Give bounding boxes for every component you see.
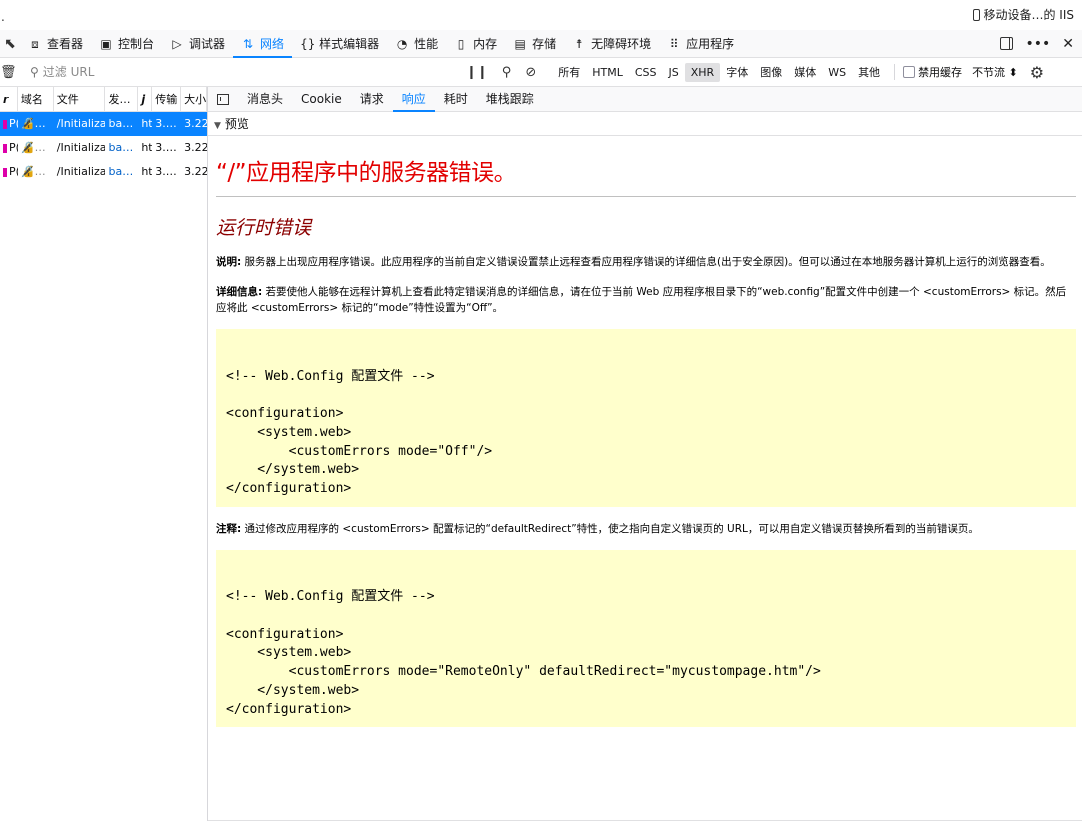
tab-timings[interactable]: 耗时: [435, 87, 477, 111]
config-code-block: <!-- Web.Config 配置文件 --> <configuration>…: [216, 329, 1076, 507]
console-icon: ▣: [100, 36, 112, 51]
tab-response[interactable]: 响应: [392, 87, 435, 112]
storage-icon: ▤: [514, 36, 526, 51]
disable-cache-checkbox[interactable]: 禁用缓存: [903, 64, 962, 80]
requests-table: 𝙧 域名 文件 发… 𝙟 传输 大小 P( 🔏… /Initializa ba……: [0, 87, 208, 821]
memory-icon: ▯: [457, 36, 465, 51]
element-picker-icon[interactable]: ⬉: [0, 30, 20, 57]
error-title: “/”应用程序中的服务器错误。: [216, 153, 1076, 197]
filter-other[interactable]: 其他: [852, 61, 886, 83]
table-row[interactable]: P( 🔏… /Initializa ba… ht 3.… 3.22: [0, 136, 207, 160]
details-tabs: 消息头 Cookie 请求 响应 耗时 堆栈跟踪: [208, 87, 1082, 112]
url-filter: ⚲: [14, 65, 460, 79]
tab-storage[interactable]: ▤ 存储: [505, 30, 564, 57]
gear-icon[interactable]: ⚙: [1030, 63, 1044, 82]
tab-request[interactable]: 请求: [351, 87, 393, 111]
error-description: 说明: 服务器上出现应用程序错误。此应用程序的当前自定义错误设置禁止远程查看应用…: [216, 256, 1051, 268]
clear-requests-icon[interactable]: 🗑: [0, 65, 17, 80]
tab-application[interactable]: ⠿ 应用程序: [659, 30, 742, 57]
network-icon: ⇅: [243, 36, 254, 51]
filter-icon: ⚲: [30, 65, 39, 79]
filter-all[interactable]: 所有: [552, 61, 586, 83]
debugger-icon: ▷: [172, 36, 182, 51]
table-row[interactable]: P( 🔏… /Initializa ba… ht 3.… 3.22: [0, 112, 207, 136]
throttle-select[interactable]: 不节流 ⬍: [972, 64, 1018, 80]
tab-performance[interactable]: ◔ 性能: [387, 30, 446, 57]
config-code-block-redirect: <!-- Web.Config 配置文件 --> <configuration>…: [216, 549, 1076, 728]
responsive-mode-label[interactable]: 移动设备…的 IIS: [973, 6, 1074, 23]
accessibility-icon: ☨: [575, 36, 583, 51]
mobile-device-icon: [973, 8, 981, 21]
dock-side-icon[interactable]: [1000, 37, 1014, 50]
requests-header: 𝙧 域名 文件 发… 𝙟 传输 大小: [0, 87, 207, 112]
preview-section-toggle[interactable]: ▼ 预览: [208, 112, 1082, 136]
filter-fonts[interactable]: 字体: [720, 61, 754, 83]
url-filter-input[interactable]: [42, 65, 423, 79]
response-preview: “/”应用程序中的服务器错误。 运行时错误 说明: 服务器上出现应用程序错误。此…: [208, 153, 1082, 728]
filter-html[interactable]: HTML: [586, 63, 629, 82]
tab-accessibility[interactable]: ☨ 无障碍环境: [564, 30, 659, 57]
window-top-strip: . 移动设备…的 IIS: [0, 0, 1082, 30]
tab-stack-trace[interactable]: 堆栈跟踪: [477, 87, 543, 111]
tab-network[interactable]: ⇅ 网络: [233, 30, 293, 58]
filter-media[interactable]: 媒体: [788, 61, 822, 83]
tab-cookies[interactable]: Cookie: [292, 87, 351, 111]
checkbox-box[interactable]: [903, 66, 916, 78]
tab-memory[interactable]: ▯ 内存: [446, 30, 505, 57]
status-marker: [3, 167, 7, 177]
style-editor-icon: {}: [300, 36, 316, 51]
toolbar-divider: [894, 64, 896, 80]
column-initiator[interactable]: 发…: [105, 87, 139, 111]
column-type[interactable]: 𝙟: [138, 87, 153, 111]
filter-ws[interactable]: WS: [822, 63, 852, 82]
filter-js[interactable]: JS: [663, 63, 685, 82]
responsive-label-text: 移动设备…的 IIS: [983, 8, 1074, 22]
column-size[interactable]: 大小: [181, 87, 207, 111]
column-transferred[interactable]: 传输: [152, 87, 182, 111]
pause-icon[interactable]: ❙❙: [466, 65, 488, 80]
tab-inspector[interactable]: ⧈ 查看器: [20, 30, 91, 57]
status-marker: [3, 119, 7, 129]
block-icon[interactable]: ⊘: [525, 65, 536, 80]
column-file[interactable]: 文件: [54, 87, 106, 111]
performance-icon: ◔: [396, 36, 408, 51]
request-details-panel: 消息头 Cookie 请求 响应 耗时 堆栈跟踪 ▼ 预览 “/”应用程序中的服务…: [208, 87, 1082, 821]
table-row[interactable]: P( 🔏… /Initializa ba… ht 3.… 3.22: [0, 160, 207, 184]
insecure-lock-icon: 🔏: [20, 165, 35, 178]
column-domain[interactable]: 域名: [18, 87, 54, 111]
tab-style-editor[interactable]: {} 样式编辑器: [292, 30, 387, 57]
error-subtitle: 运行时错误: [216, 217, 312, 239]
column-method[interactable]: 𝙧: [0, 87, 18, 111]
triangle-down-icon: ▼: [214, 121, 221, 131]
filter-images[interactable]: 图像: [754, 61, 788, 83]
tab-debugger[interactable]: ▷ 调试器: [162, 30, 233, 57]
search-icon[interactable]: ⚲: [502, 65, 512, 80]
error-details: 详细信息: 若要使他人能够在远程计算机上查看此特定错误消息的详细信息，请在位于当…: [216, 286, 1067, 314]
insecure-lock-icon: 🔏: [20, 117, 35, 130]
close-icon[interactable]: ✕: [1062, 36, 1074, 52]
status-marker: [3, 143, 7, 153]
application-icon: ⠿: [669, 36, 679, 51]
request-type-filters: 所有 HTML CSS JS XHR 字体 图像 媒体 WS 其他: [552, 61, 886, 83]
more-options-icon[interactable]: •••: [1025, 36, 1050, 52]
tab-headers[interactable]: 消息头: [238, 87, 292, 111]
insecure-lock-icon: 🔏: [20, 141, 35, 154]
filter-xhr[interactable]: XHR: [684, 62, 721, 82]
inspector-icon: ⧈: [31, 36, 39, 51]
toggle-sidebar-icon[interactable]: [208, 87, 238, 111]
corner-text: .: [1, 10, 5, 24]
tab-console[interactable]: ▣ 控制台: [91, 30, 162, 57]
error-note: 注释: 通过修改应用程序的 <customErrors> 配置标记的“defau…: [216, 522, 979, 535]
network-filter-bar: 🗑 ⚲ ❙❙ ⚲ ⊘ 所有 HTML CSS JS XHR 字体 图像 媒体 W…: [0, 58, 1082, 87]
devtools-toolbar: ⬉ ⧈ 查看器 ▣ 控制台 ▷ 调试器 ⇅ 网络 {} 样式编辑器 ◔ 性能 ▯ 内存 ▤ 存储…: [0, 30, 1082, 58]
filter-css[interactable]: CSS: [629, 63, 663, 82]
